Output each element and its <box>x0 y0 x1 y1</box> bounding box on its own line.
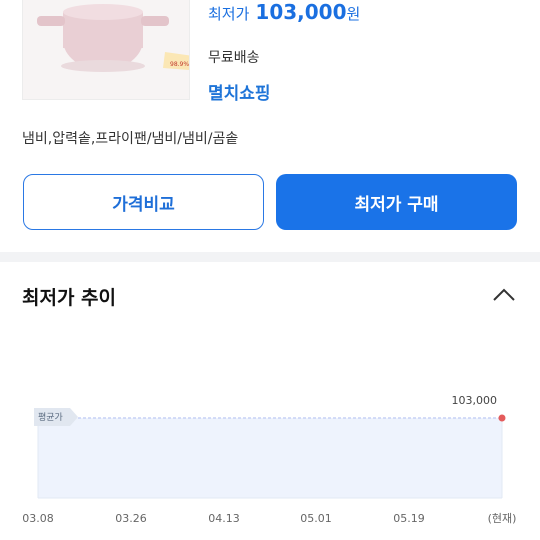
price-trend-title: 최저가 추이 <box>22 287 117 309</box>
price-label: 최저가 <box>208 5 250 23</box>
chart-area-fill <box>38 418 502 498</box>
x-tick-label: 05.19 <box>393 512 425 525</box>
x-tick-label: 05.01 <box>300 512 332 525</box>
svg-text:평균가: 평균가 <box>38 412 63 423</box>
chevron-up-icon[interactable] <box>490 283 518 307</box>
lowest-price: 최저가 103,000 원 <box>208 0 360 26</box>
price-value: 103,000 <box>255 0 347 24</box>
pot-image: 98.9% <box>23 0 189 99</box>
average-price-tag: 평균가 <box>34 408 78 426</box>
x-axis-ticks: 03.08 03.26 04.13 05.01 05.19 (현재) <box>22 512 516 525</box>
x-tick-label: 03.08 <box>22 512 54 525</box>
price-unit: 원 <box>346 5 361 23</box>
category-breadcrumb[interactable]: 냄비,압력솥,프라이팬/냄비/냄비/곰솥 <box>22 128 238 148</box>
section-divider <box>0 252 540 262</box>
x-tick-label: 04.13 <box>208 512 240 525</box>
buy-lowest-price-button[interactable]: 최저가 구매 <box>276 174 517 230</box>
product-thumbnail[interactable]: 98.9% <box>22 0 190 100</box>
shipping-info: 무료배송 <box>208 50 260 66</box>
current-price-point <box>498 414 506 422</box>
current-price-label: 103,000 <box>452 394 498 407</box>
x-tick-label: (현재) <box>488 512 517 525</box>
svg-text:98.9%: 98.9% <box>170 61 189 68</box>
shop-logo[interactable]: 멸치쇼핑 <box>208 79 271 104</box>
x-tick-label: 03.26 <box>115 512 147 525</box>
price-trend-chart: 평균가 103,000 03.08 03.26 04.13 05.01 05.19 (현재… <box>22 394 516 525</box>
compare-prices-button[interactable]: 가격비교 <box>23 174 264 230</box>
